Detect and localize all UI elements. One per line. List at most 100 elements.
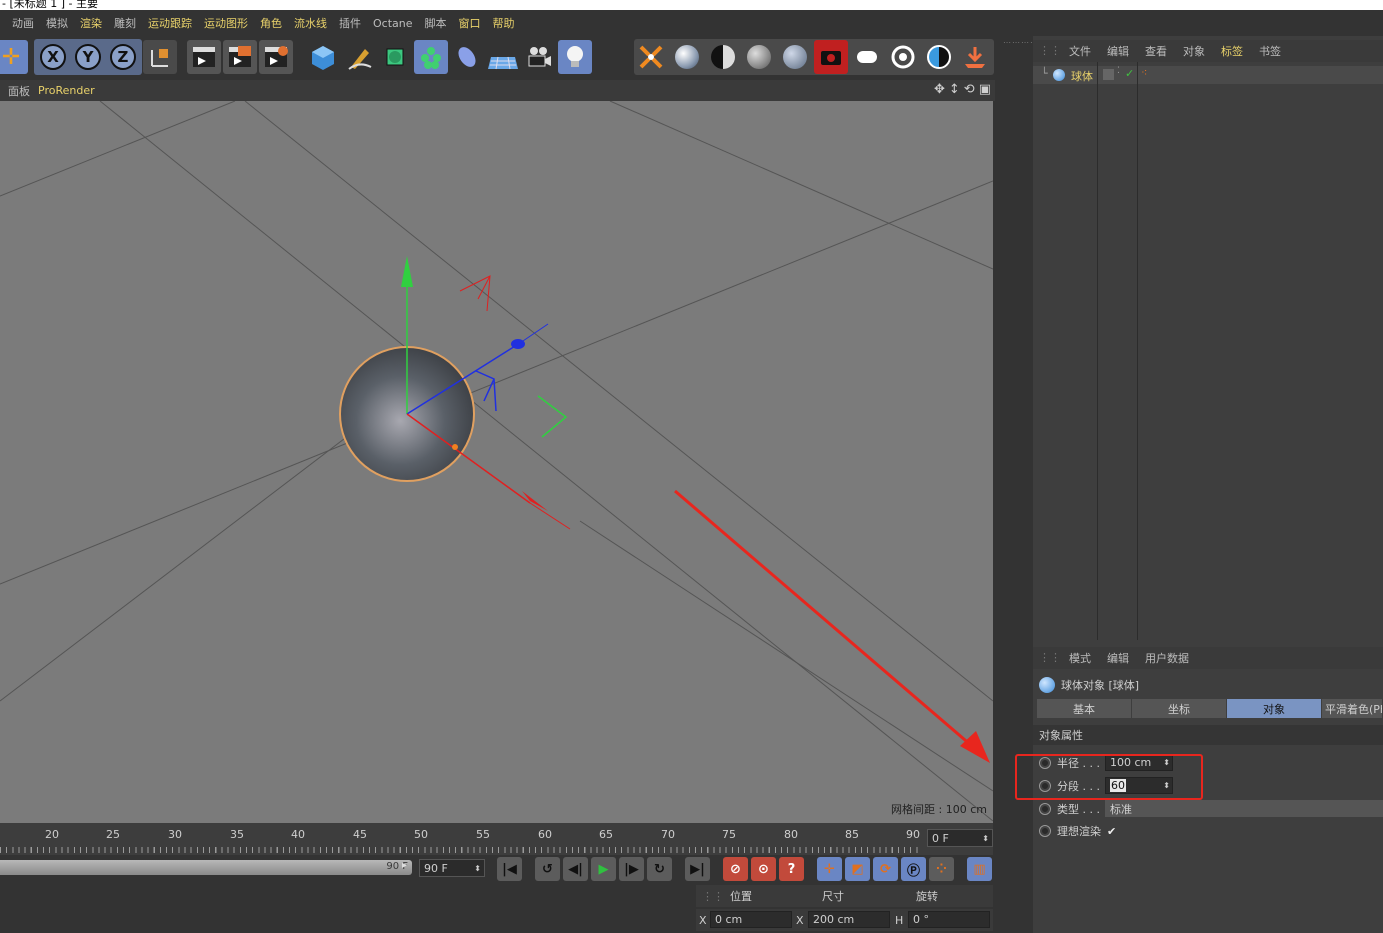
viewport-menu-panel[interactable]: 面板 bbox=[0, 83, 38, 99]
material-tag-icon[interactable]: ⁖ bbox=[1141, 66, 1147, 79]
menu-animation[interactable]: 动画 bbox=[6, 15, 40, 31]
ideal-render-anim-radio[interactable] bbox=[1039, 825, 1051, 837]
auto-key-icon: ⊙ bbox=[758, 861, 769, 877]
tab-coord[interactable]: 坐标 bbox=[1132, 699, 1226, 718]
menu-script[interactable]: 脚本 bbox=[419, 15, 453, 31]
keyframe-selection-button[interactable]: ? bbox=[779, 857, 804, 881]
render-region-button[interactable] bbox=[223, 40, 257, 74]
am-menu-userdata[interactable]: 用户数据 bbox=[1137, 650, 1197, 666]
area-light-button[interactable] bbox=[850, 40, 884, 74]
octane-toolbar-button[interactable] bbox=[634, 40, 668, 74]
object-name[interactable]: 球体 bbox=[1071, 68, 1093, 84]
cube-primitive-button[interactable] bbox=[306, 40, 340, 74]
contrast-button[interactable] bbox=[922, 40, 956, 74]
key-parameter-button[interactable]: Ⓟ bbox=[901, 857, 926, 881]
om-menu-tags[interactable]: 标签 bbox=[1213, 43, 1251, 59]
material-sphere-button-2[interactable] bbox=[706, 40, 740, 74]
material-sphere-button-4[interactable] bbox=[778, 40, 812, 74]
size-x-field[interactable]: 200 cm bbox=[808, 911, 890, 928]
viewport-menu-prorender[interactable]: ProRender bbox=[38, 84, 103, 97]
title-bar: - [未标题 1 ] - 主要 bbox=[0, 0, 1383, 10]
menu-help[interactable]: 帮助 bbox=[487, 15, 521, 31]
axis-z-lock-button[interactable]: Z bbox=[106, 40, 140, 74]
record-keys-button[interactable]: ⊘ bbox=[723, 857, 748, 881]
position-x-field[interactable]: 0 cm bbox=[710, 911, 792, 928]
key-pla-button[interactable]: ⁘ bbox=[929, 857, 954, 881]
play-button[interactable]: ▶ bbox=[591, 857, 616, 881]
menu-simulate[interactable]: 模拟 bbox=[40, 15, 74, 31]
menu-render[interactable]: 渲染 bbox=[74, 15, 108, 31]
menu-window[interactable]: 窗口 bbox=[453, 15, 487, 31]
object-row-sphere[interactable]: └ 球体 ⁚ ✓ ⁖ bbox=[1033, 66, 1383, 84]
target-button[interactable] bbox=[886, 40, 920, 74]
am-menu-edit[interactable]: 编辑 bbox=[1099, 650, 1137, 666]
type-dropdown[interactable]: 标准 bbox=[1105, 800, 1383, 817]
end-frame-field[interactable]: 90 F ⬍ bbox=[419, 859, 485, 877]
next-frame-button[interactable]: |▶ bbox=[619, 857, 644, 881]
rotation-h-field[interactable]: 0 ° bbox=[908, 911, 990, 928]
key-record-icon: ⊘ bbox=[730, 861, 741, 877]
om-menu-objects[interactable]: 对象 bbox=[1175, 43, 1213, 59]
menu-sculpt[interactable]: 雕刻 bbox=[108, 15, 142, 31]
camera-button[interactable] bbox=[522, 40, 556, 74]
om-menu-edit[interactable]: 编辑 bbox=[1099, 43, 1137, 59]
prev-frame-button[interactable]: ◀| bbox=[563, 857, 588, 881]
menu-mograph[interactable]: 运动图形 bbox=[198, 15, 254, 31]
subdivision-icon bbox=[386, 48, 404, 66]
tab-basic[interactable]: 基本 bbox=[1037, 699, 1131, 718]
cloner-icon bbox=[421, 47, 441, 69]
target-icon bbox=[891, 45, 915, 69]
am-menu-mode[interactable]: 模式 bbox=[1061, 650, 1099, 666]
light-button[interactable] bbox=[558, 40, 592, 74]
menu-octane[interactable]: Octane bbox=[367, 17, 419, 30]
axis-y-lock-button[interactable]: Y bbox=[71, 40, 105, 74]
floor-button[interactable] bbox=[486, 40, 520, 74]
pen-spline-button[interactable] bbox=[342, 40, 376, 74]
material-sphere-button-1[interactable] bbox=[670, 40, 704, 74]
zoom-icon[interactable]: ↕ bbox=[949, 82, 960, 97]
frame-range-slider[interactable]: 90 F bbox=[0, 860, 412, 875]
auto-key-button[interactable]: ⊙ bbox=[751, 857, 776, 881]
timeline-window-button[interactable]: ▥ bbox=[967, 857, 992, 881]
menu-plugins[interactable]: 插件 bbox=[333, 15, 367, 31]
move-tool-button[interactable]: ✛ bbox=[0, 40, 28, 74]
ruler-label: 55 bbox=[476, 828, 490, 841]
menu-pipeline[interactable]: 流水线 bbox=[288, 15, 333, 31]
om-menu-file[interactable]: 文件 bbox=[1061, 43, 1099, 59]
next-key-button[interactable]: ↻ bbox=[647, 857, 672, 881]
camera-render-button[interactable] bbox=[814, 40, 848, 74]
tab-phong[interactable]: 平滑着色(Ph bbox=[1322, 699, 1382, 718]
key-rotation-button[interactable]: ⟳ bbox=[873, 857, 898, 881]
ideal-render-checkbox[interactable]: ✔ bbox=[1107, 825, 1116, 838]
pan-icon[interactable]: ✥ bbox=[934, 82, 945, 97]
perspective-viewport[interactable]: 网格间距 : 100 cm bbox=[0, 101, 993, 823]
export-button[interactable] bbox=[958, 40, 992, 74]
key-scale-button[interactable]: ◩ bbox=[845, 857, 870, 881]
subdivision-button[interactable] bbox=[378, 40, 412, 74]
enabled-check-icon[interactable]: ✓ bbox=[1125, 67, 1134, 80]
axis-x-lock-button[interactable]: X bbox=[36, 40, 70, 74]
timeline-ruler[interactable]: 20 25 30 35 40 45 50 55 60 65 70 75 80 8… bbox=[0, 823, 993, 855]
rotation-h-label: H bbox=[895, 914, 904, 927]
om-menu-bookmarks[interactable]: 书签 bbox=[1251, 43, 1289, 59]
key-position-button[interactable]: ✛ bbox=[817, 857, 842, 881]
current-frame-field[interactable]: 0 F ⬍ bbox=[927, 829, 993, 847]
menu-motion-tracking[interactable]: 运动跟踪 bbox=[142, 15, 198, 31]
tab-object[interactable]: 对象 bbox=[1227, 699, 1321, 718]
grip-icon: ⋮⋮ bbox=[1039, 651, 1061, 664]
cloner-button[interactable] bbox=[414, 40, 448, 74]
go-to-start-button[interactable]: |◀ bbox=[497, 857, 522, 881]
prev-key-button[interactable]: ↺ bbox=[535, 857, 560, 881]
render-settings-button[interactable] bbox=[259, 40, 293, 74]
object-list[interactable] bbox=[1033, 84, 1383, 640]
coordinate-system-button[interactable] bbox=[143, 40, 177, 74]
type-anim-radio[interactable] bbox=[1039, 803, 1051, 815]
rotate-icon[interactable]: ⟲ bbox=[964, 82, 975, 97]
om-menu-view[interactable]: 查看 bbox=[1137, 43, 1175, 59]
deformer-button[interactable] bbox=[450, 40, 484, 74]
maximize-icon[interactable]: ▣ bbox=[979, 82, 991, 97]
menu-character[interactable]: 角色 bbox=[254, 15, 288, 31]
go-to-end-button[interactable]: ▶| bbox=[685, 857, 710, 881]
render-view-button[interactable] bbox=[187, 40, 221, 74]
material-sphere-button-3[interactable] bbox=[742, 40, 776, 74]
